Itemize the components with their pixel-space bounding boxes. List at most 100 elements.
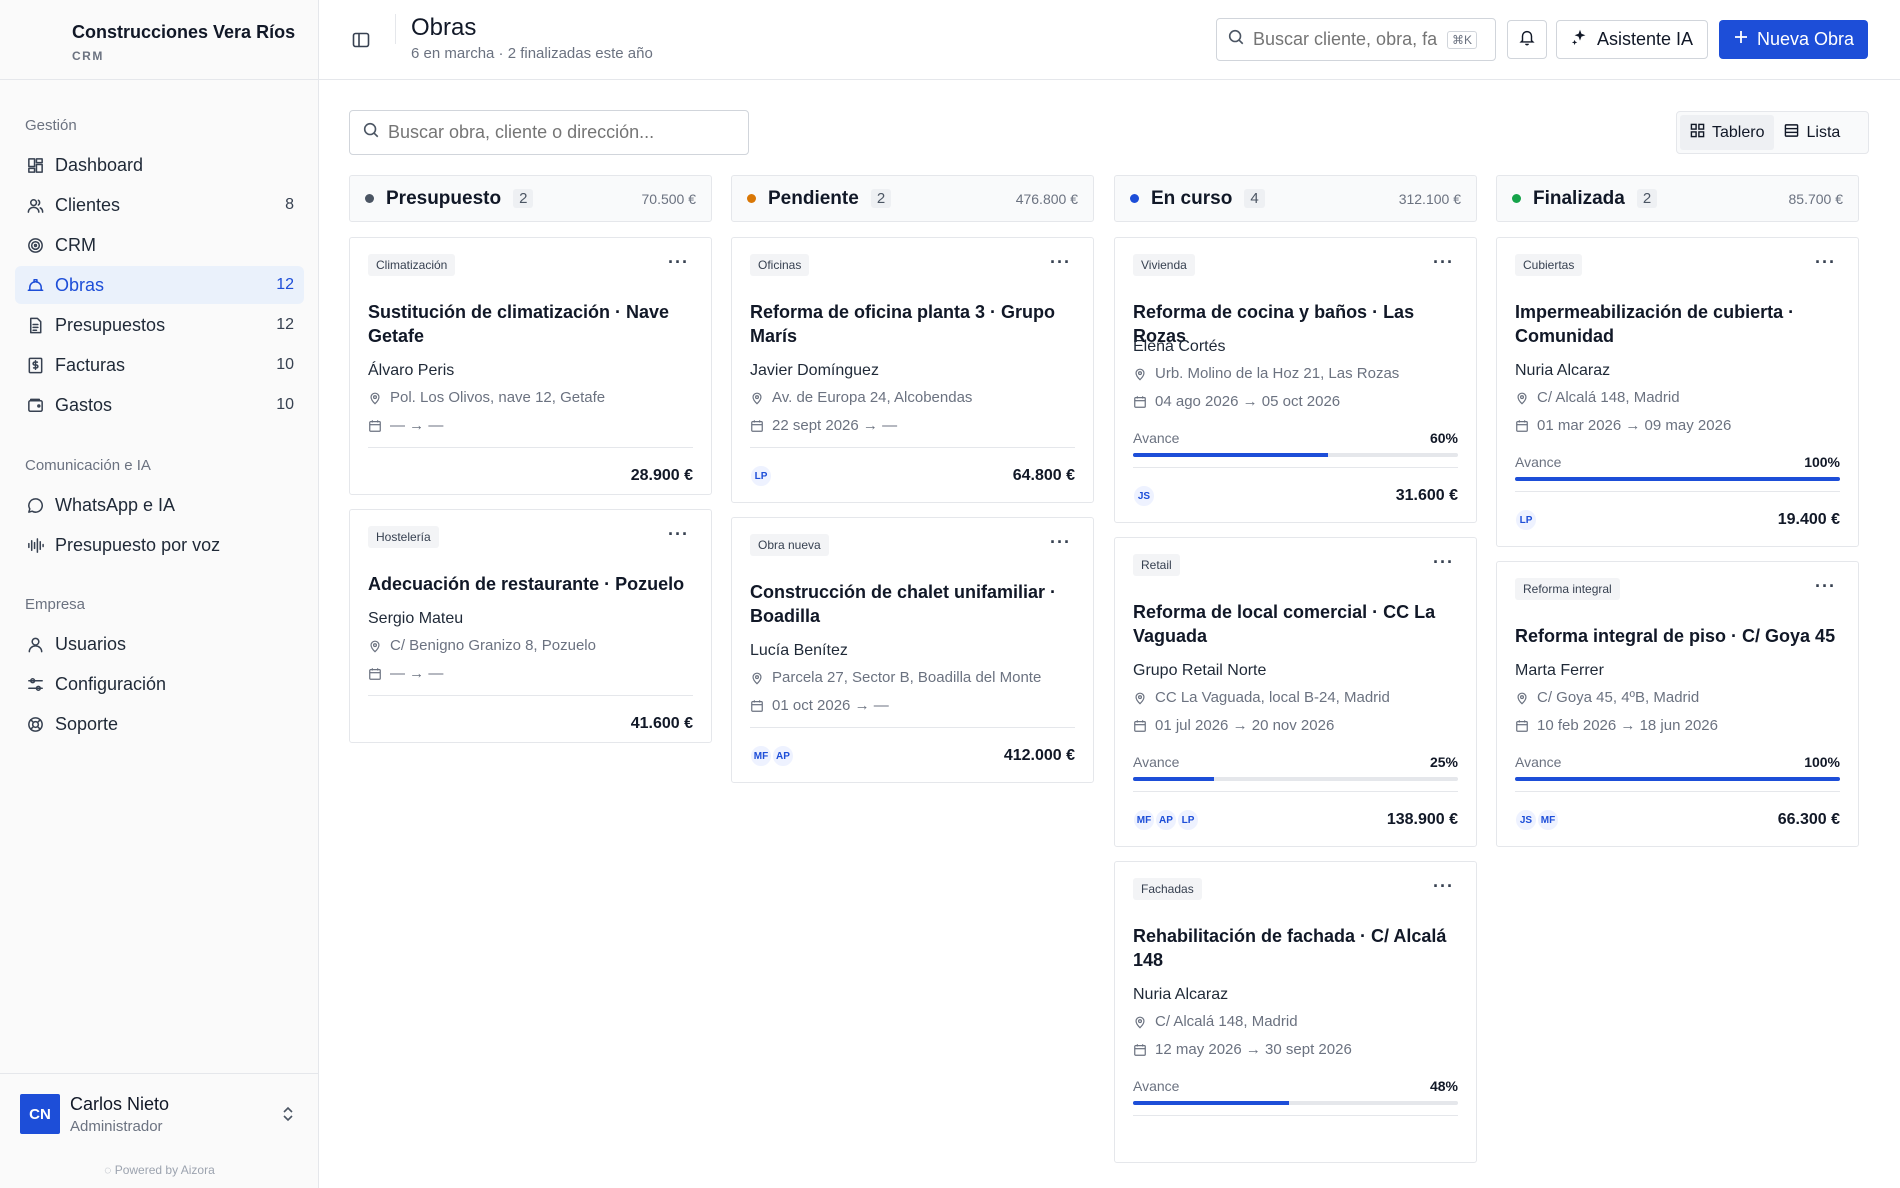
category-tag: Climatización <box>368 254 456 276</box>
client-name: Nuria Alcaraz <box>1133 986 1229 1003</box>
more-options-icon[interactable]: ··· <box>1433 252 1454 273</box>
map-pin-icon <box>1133 691 1147 705</box>
project-card[interactable]: Reforma integral ··· Reforma integral de p… <box>1496 561 1859 847</box>
nav-section: Gestión Dashboard Clientes 8 CRM Obras 12 Presu… <box>0 116 319 424</box>
column-title: Presupuesto <box>386 187 502 209</box>
nav-section: Empresa Usuarios Configuración Soporte <box>0 595 319 743</box>
date-range-text: 04 ago 2026 → 05 oct 2026 <box>1155 393 1341 410</box>
project-card[interactable]: Cubiertas ··· Impermeabilización de cubier… <box>1496 237 1859 547</box>
hardhat-icon <box>25 275 45 295</box>
progress-label-text: Avance <box>1133 430 1180 446</box>
more-options-icon[interactable]: ··· <box>1815 576 1836 597</box>
user-menu[interactable]: CN Carlos Nieto Administrador ◌ Powered … <box>0 1073 319 1188</box>
brand-name: Construcciones Vera Ríos <box>72 22 296 42</box>
calendar-icon <box>1515 719 1529 733</box>
progress-bar <box>1515 477 1840 481</box>
progress-fill <box>1133 453 1328 457</box>
search-icon <box>1227 28 1245 51</box>
client-name: Marta Ferrer <box>1515 662 1604 679</box>
board-search[interactable] <box>349 110 749 155</box>
calendar-icon <box>1515 419 1529 433</box>
project-card[interactable]: Vivienda ··· Reforma de cocina y baños · L… <box>1114 237 1477 523</box>
date-range: 10 feb 2026 → 18 jun 2026 <box>1515 717 1718 734</box>
more-options-icon[interactable]: ··· <box>1815 252 1836 273</box>
more-options-icon[interactable]: ··· <box>668 524 689 545</box>
category-tag: Fachadas <box>1133 878 1202 900</box>
card-amount: 28.900 € <box>630 467 693 484</box>
users-icon <box>25 195 45 215</box>
map-pin-icon <box>1133 1015 1147 1029</box>
column-count-badge: 2 <box>1636 189 1658 208</box>
progress-label-text: Avance <box>1515 454 1562 470</box>
wallet-icon <box>25 395 45 415</box>
card-title: Impermeabilización de cubierta · Comunid… <box>1515 302 1795 346</box>
sidebar-item-gastos[interactable]: Gastos 10 <box>15 386 304 424</box>
board-search-input[interactable] <box>388 122 728 143</box>
sidebar-item-presupuesto-por-voz[interactable]: Presupuesto por voz <box>15 526 304 564</box>
global-search-input[interactable] <box>1253 29 1443 50</box>
divider <box>368 695 693 696</box>
view-list-button[interactable]: Lista <box>1774 115 1850 150</box>
project-card[interactable]: Fachadas ··· Rehabilitación de fachada · C… <box>1114 861 1477 1163</box>
sidebar-toggle-icon[interactable] <box>351 30 371 50</box>
grid-icon <box>1690 123 1705 143</box>
sidebar-item-soporte[interactable]: Soporte <box>15 705 304 743</box>
address: C/ Alcalá 148, Madrid <box>1515 389 1680 406</box>
map-pin-icon <box>1133 367 1147 381</box>
column-count-badge: 2 <box>870 189 892 208</box>
sparkles-icon <box>1571 28 1589 51</box>
card-title: Sustitución de climatización · Nave Geta… <box>368 302 670 346</box>
project-card[interactable]: Hostelería ··· Adecuación de restaurante ·… <box>349 509 712 743</box>
project-card[interactable]: Retail ··· Reforma de local comercial · CC… <box>1114 537 1477 847</box>
ai-assistant-button[interactable]: Asistente IA <box>1556 20 1708 59</box>
more-options-icon[interactable]: ··· <box>1433 552 1454 573</box>
sidebar-item-obras[interactable]: Obras 12 <box>15 266 304 304</box>
more-options-icon[interactable]: ··· <box>1050 252 1071 273</box>
invoice-icon <box>25 355 45 375</box>
project-card[interactable]: Obra nueva ··· Construcción de chalet unif… <box>731 517 1094 783</box>
sidebar-item-presupuestos[interactable]: Presupuestos 12 <box>15 306 304 344</box>
notifications-button[interactable] <box>1507 20 1547 59</box>
category-tag: Vivienda <box>1133 254 1195 276</box>
more-options-icon[interactable]: ··· <box>1050 532 1071 553</box>
project-card[interactable]: Climatización ··· Sustitución de climatiza… <box>349 237 712 495</box>
assignee-avatar: AP <box>1155 809 1177 831</box>
assignee-avatar: MF <box>1133 809 1155 831</box>
sidebar-item-whatsapp-e-ia[interactable]: WhatsApp e IA <box>15 486 304 524</box>
card-title: Reforma integral de piso · C/ Goya 45 <box>1515 626 1836 646</box>
calendar-icon <box>1133 395 1147 409</box>
global-search[interactable]: ⌘K <box>1216 18 1496 61</box>
date-range: 22 sept 2026 → — <box>750 417 897 434</box>
client-name: Lucía Benítez <box>750 642 848 659</box>
category-tag: Oficinas <box>750 254 810 276</box>
project-card[interactable]: Oficinas ··· Reforma de oficina planta 3 ·… <box>731 237 1094 503</box>
divider <box>1133 1115 1458 1116</box>
document-icon <box>25 315 45 335</box>
sidebar-item-label: Soporte <box>55 713 119 734</box>
topbar: Obras 6 en marcha · 2 finalizadas este a… <box>319 0 1900 80</box>
view-board-button[interactable]: Tablero <box>1680 115 1775 150</box>
sidebar-item-configuración[interactable]: Configuración <box>15 665 304 703</box>
sidebar-item-facturas[interactable]: Facturas 10 <box>15 346 304 384</box>
progress-fill <box>1133 1101 1289 1105</box>
nav-list: Dashboard Clientes 8 CRM Obras 12 Presupuestos… <box>0 146 319 424</box>
nav-section-title: Gestión <box>25 117 77 134</box>
map-pin-icon <box>750 671 764 685</box>
more-options-icon[interactable]: ··· <box>1433 876 1454 897</box>
progress-value: 25% <box>1429 754 1458 770</box>
more-options-icon[interactable]: ··· <box>668 252 689 273</box>
card-amount: 19.400 € <box>1777 511 1840 528</box>
new-project-button[interactable]: Nueva Obra <box>1719 20 1868 59</box>
sidebar-item-label: CRM <box>55 234 96 255</box>
sidebar-item-dashboard[interactable]: Dashboard <box>15 146 304 184</box>
column-header: Finalizada 2 85.700 € <box>1496 175 1859 222</box>
category-tag: Cubiertas <box>1515 254 1583 276</box>
dashboard-icon <box>25 155 45 175</box>
sidebar-item-clientes[interactable]: Clientes 8 <box>15 186 304 224</box>
chevron-updown-icon[interactable] <box>278 1104 298 1124</box>
sidebar-item-usuarios[interactable]: Usuarios <box>15 625 304 663</box>
progress-bar <box>1133 1101 1458 1105</box>
divider <box>395 14 396 44</box>
sidebar-item-crm[interactable]: CRM <box>15 226 304 264</box>
new-project-label: Nueva Obra <box>1756 29 1855 49</box>
